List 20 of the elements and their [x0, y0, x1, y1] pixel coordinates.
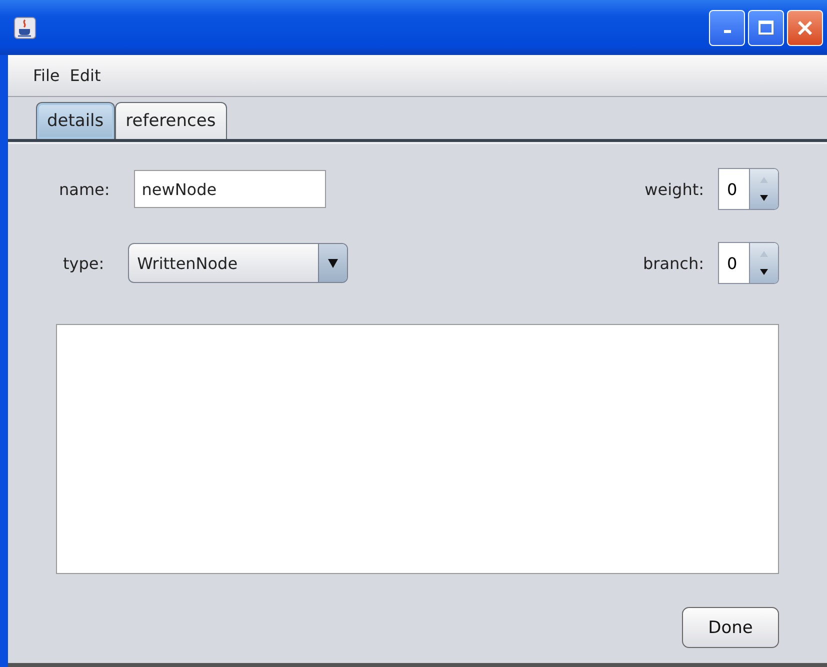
field-label: branch: — [642, 254, 704, 272]
type-dropdown[interactable]: WrittenNode — [128, 243, 348, 283]
coffee-cup-icon — [14, 16, 36, 38]
tab[interactable]: details — [36, 102, 115, 139]
tab[interactable]: references — [114, 102, 227, 139]
name-field[interactable]: newNode — [134, 170, 326, 208]
maximize-button[interactable] — [748, 10, 784, 46]
spinner[interactable]: 0 — [718, 168, 779, 210]
minimize-button[interactable] — [709, 10, 745, 46]
maximize-icon — [756, 18, 776, 38]
field-label: name: — [59, 180, 110, 198]
close-button[interactable] — [787, 10, 823, 46]
menu-item[interactable]: File — [33, 66, 60, 85]
spinner[interactable]: 0 — [718, 242, 779, 284]
field-label: type: — [63, 254, 104, 272]
menu-item[interactable]: Edit — [70, 66, 101, 85]
done-button[interactable]: Done — [682, 607, 779, 648]
dropdown-arrow-icon — [327, 257, 340, 269]
field-label: weight: — [644, 180, 704, 198]
minimize-icon — [724, 30, 730, 33]
